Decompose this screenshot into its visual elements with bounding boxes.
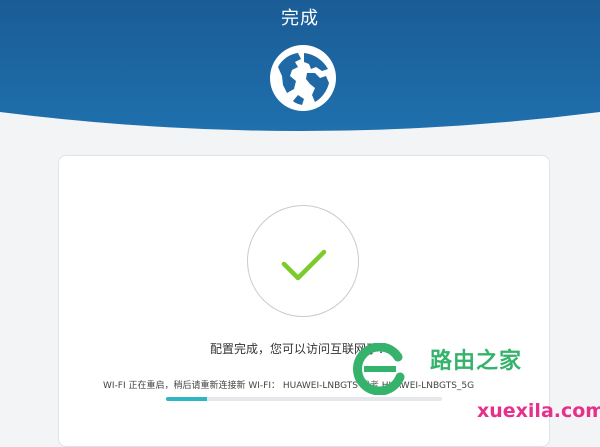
globe-icon: [270, 45, 336, 111]
restart-progress-bar: [166, 397, 442, 401]
reconnect-message: WI-FI 正在重启，稍后请重新连接新 WI-FI： HUAWEI-LNBGTS…: [103, 378, 573, 391]
checkmark-icon: [281, 249, 327, 281]
progress-fill: [166, 397, 208, 401]
reconnect-prefix: WI-FI 正在重启，稍后请重新连接新 WI-FI：: [103, 381, 280, 391]
watermark-site: xuexila.com: [477, 400, 600, 422]
ssid-24ghz: HUAWEI-LNBGTS: [282, 381, 359, 391]
success-status: [247, 205, 359, 317]
page-title: 完成: [281, 8, 319, 29]
watermark-brand: 路由之家: [430, 349, 523, 374]
watermark-logo: [353, 343, 405, 395]
header-banner: 完成: [0, 0, 600, 150]
